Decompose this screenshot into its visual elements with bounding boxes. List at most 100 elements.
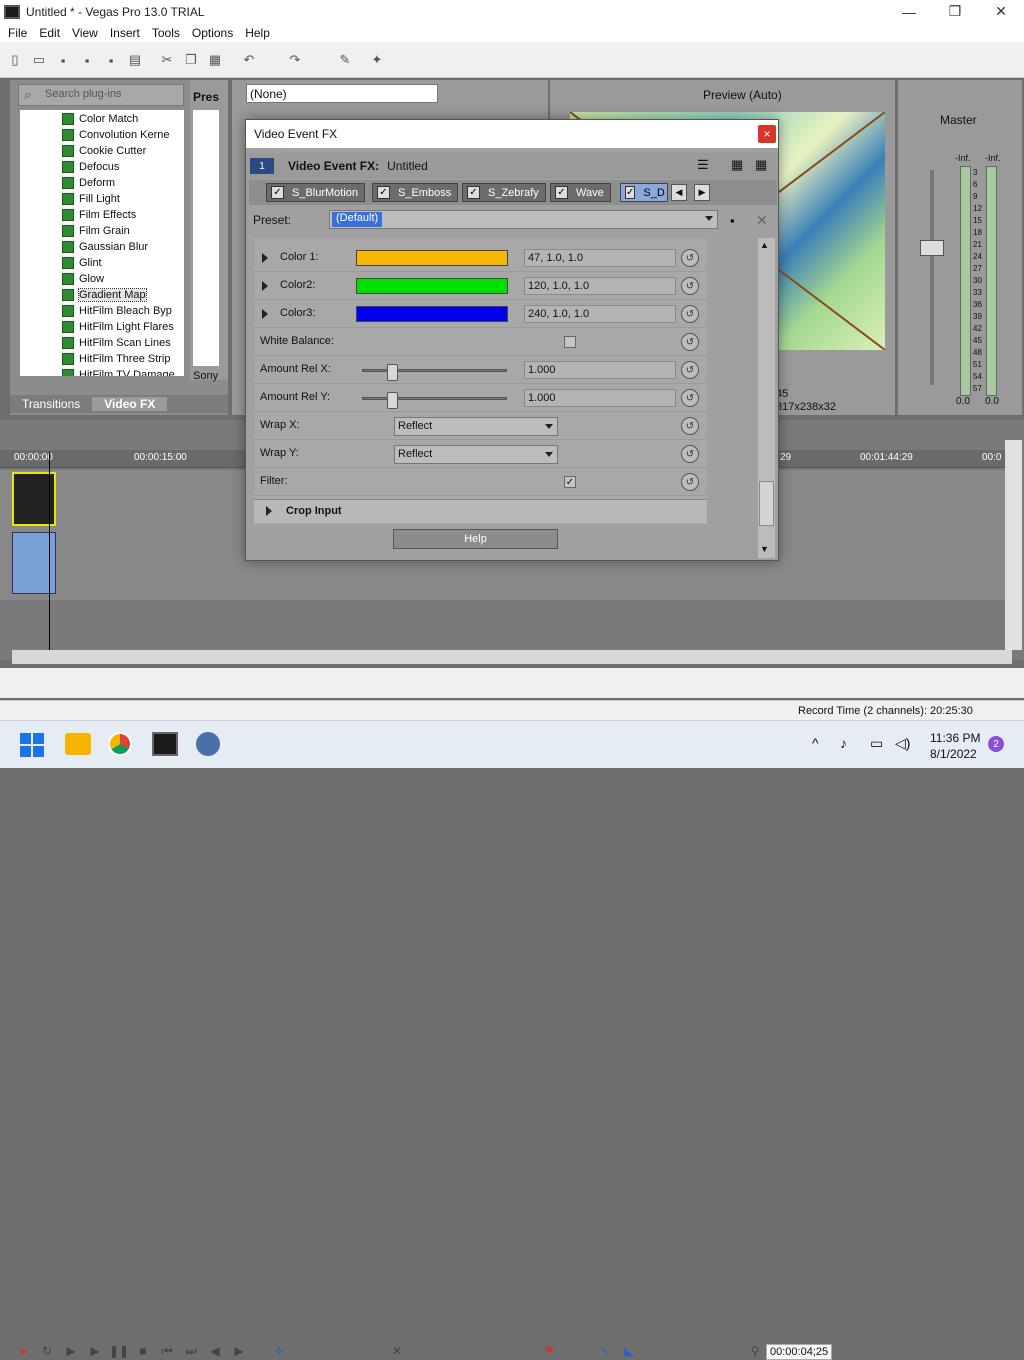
plugin-list-item[interactable]: Defocus <box>62 159 119 175</box>
filter-checkbox[interactable]: ✓ <box>564 476 576 488</box>
color3-value[interactable]: 240, 1.0, 1.0 <box>524 305 676 323</box>
reset-icon[interactable]: ↺ <box>681 333 699 351</box>
plugin-list-item[interactable]: Film Effects <box>62 207 136 223</box>
presets-list[interactable] <box>193 110 219 366</box>
color2-swatch[interactable] <box>356 278 508 294</box>
menu-insert[interactable]: Insert <box>104 26 146 40</box>
save-icon[interactable]: ▪ <box>54 51 72 69</box>
menu-view[interactable]: View <box>66 26 104 40</box>
network-icon[interactable]: ▭ <box>870 735 883 752</box>
timeline-hscroll[interactable] <box>12 650 1012 664</box>
preset-select[interactable] <box>329 210 718 229</box>
menu-tools[interactable]: Tools <box>146 26 186 40</box>
plugin-list-item[interactable]: Convolution Kerne <box>62 127 170 143</box>
next-frame-icon[interactable]: ▶ <box>230 1342 248 1360</box>
fx-chip-selected[interactable]: ✓ S_D <box>620 183 668 202</box>
play-icon[interactable]: ▶ <box>86 1342 104 1360</box>
prev-frame-icon[interactable]: ◀ <box>206 1342 224 1360</box>
save-preset-icon[interactable]: ▪ <box>730 213 735 228</box>
scroll-up-icon[interactable]: ▲ <box>760 240 769 250</box>
paste-icon[interactable]: ▦ <box>206 51 224 69</box>
plugin-list-item[interactable]: HitFilm Three Strip <box>62 351 170 367</box>
reset-icon[interactable]: ↺ <box>681 361 699 379</box>
taskbar-date[interactable]: 8/1/2022 <box>930 747 977 761</box>
white-balance-checkbox[interactable] <box>564 336 576 348</box>
chevron-up-icon[interactable]: ^ <box>812 735 819 751</box>
crop-input-section[interactable]: Crop Input <box>254 499 707 523</box>
windows-start-icon[interactable] <box>20 733 44 757</box>
amount-y-slider[interactable] <box>362 392 507 409</box>
fx-chip-wave[interactable]: ✓ Wave <box>550 183 611 202</box>
plugin-list[interactable]: Color Match Convolution Kerne Cookie Cutte… <box>20 110 184 376</box>
help-button[interactable]: Help <box>393 529 558 549</box>
reset-icon[interactable]: ↺ <box>681 417 699 435</box>
chain-scroll-left-icon[interactable]: ◀ <box>671 184 687 201</box>
plugin-list-item[interactable]: Fill Light <box>62 191 120 207</box>
lock-envelopes-icon[interactable]: ⚲ <box>746 1342 764 1360</box>
delete-preset-icon[interactable]: ✕ <box>756 212 768 229</box>
taskbar-time[interactable]: 11:36 PM <box>930 731 980 745</box>
playhead-cursor[interactable] <box>49 452 50 652</box>
vegas-taskbar-icon[interactable] <box>152 732 178 756</box>
menu-file[interactable]: File <box>2 26 33 40</box>
plugin-list-item[interactable]: Deform <box>62 175 115 191</box>
go-to-start-icon[interactable]: ⏮ <box>158 1342 176 1360</box>
plugin-list-item[interactable]: HitFilm Light Flares <box>62 319 174 335</box>
maximize-button[interactable]: ❐ <box>932 0 978 23</box>
menu-edit[interactable]: Edit <box>33 26 66 40</box>
master-fader-handle[interactable] <box>920 240 944 256</box>
cut-icon[interactable]: ✂ <box>158 51 176 69</box>
plugin-list-item[interactable]: Glow <box>62 271 104 287</box>
eyedropper-icon[interactable]: ✎ <box>336 51 354 69</box>
notification-badge[interactable]: 2 <box>988 736 1004 752</box>
view-tiles-icon[interactable]: ▦ <box>755 157 767 173</box>
expand-arrow-icon[interactable] <box>266 506 272 516</box>
color3-swatch[interactable] <box>356 306 508 322</box>
minimize-button[interactable]: — <box>886 0 932 23</box>
plugin-list-item[interactable]: Film Grain <box>62 223 130 239</box>
normal-edit-tool-icon[interactable]: ✛ <box>270 1342 288 1360</box>
wrap-y-select[interactable]: Reflect <box>394 445 558 464</box>
reset-icon[interactable]: ↺ <box>681 473 699 491</box>
snap-icon[interactable]: ◣ <box>620 1342 638 1360</box>
record-icon[interactable]: ● <box>14 1342 32 1360</box>
fx-chip-emboss[interactable]: ✓ S_Emboss <box>372 183 459 202</box>
expand-arrow-icon[interactable] <box>262 281 268 291</box>
pause-icon[interactable]: ❚❚ <box>109 1342 129 1360</box>
plugin-list-item[interactable]: Gaussian Blur <box>62 239 148 255</box>
plugin-list-item[interactable]: Cookie Cutter <box>62 143 146 159</box>
loop-icon[interactable]: ↻ <box>38 1342 56 1360</box>
pin-icon[interactable]: ✦ <box>368 51 386 69</box>
preset-dropdown[interactable]: (None) <box>246 84 438 103</box>
fx-chip-checkbox[interactable]: ✓ <box>377 186 390 199</box>
chain-scroll-right-icon[interactable]: ▶ <box>694 184 710 201</box>
reset-icon[interactable]: ↺ <box>681 389 699 407</box>
marker-icon[interactable]: ⚑ <box>540 1342 558 1360</box>
color1-swatch[interactable] <box>356 250 508 266</box>
plugin-list-item[interactable]: HitFilm TV Damage <box>62 367 175 376</box>
delete-icon[interactable]: ✕ <box>388 1342 406 1360</box>
plugin-list-item[interactable]: HitFilm Scan Lines <box>62 335 171 351</box>
settings-gear-icon[interactable] <box>196 732 220 756</box>
open-folder-icon[interactable]: ▭ <box>30 51 48 69</box>
tab-video-fx[interactable]: Video FX <box>92 397 168 411</box>
view-grid-icon[interactable]: ▦ <box>731 157 743 173</box>
amount-x-value[interactable]: 1.000 <box>524 361 676 379</box>
amount-y-value[interactable]: 1.000 <box>524 389 676 407</box>
go-to-end-icon[interactable]: ⏭ <box>182 1342 200 1360</box>
plugin-list-item[interactable]: Color Match <box>62 111 138 127</box>
undo-icon[interactable]: ↶ <box>240 51 258 69</box>
plugin-list-item[interactable]: Glint <box>62 255 102 271</box>
microphone-icon[interactable]: ♪ <box>840 735 847 751</box>
color2-value[interactable]: 120, 1.0, 1.0 <box>524 277 676 295</box>
fx-chip-checkbox[interactable]: ✓ <box>555 186 568 199</box>
fx-chip-zebrafy[interactable]: ✓ S_Zebrafy <box>462 183 546 202</box>
preset-dropdown-icon[interactable] <box>705 216 713 221</box>
view-list-icon[interactable]: ☰ <box>697 157 709 173</box>
reset-icon[interactable]: ↺ <box>681 445 699 463</box>
copy-icon[interactable]: ❐ <box>182 51 200 69</box>
close-button[interactable]: ✕ <box>978 0 1024 23</box>
stop-icon[interactable]: ■ <box>134 1342 152 1360</box>
color1-value[interactable]: 47, 1.0, 1.0 <box>524 249 676 267</box>
menu-options[interactable]: Options <box>186 26 239 40</box>
